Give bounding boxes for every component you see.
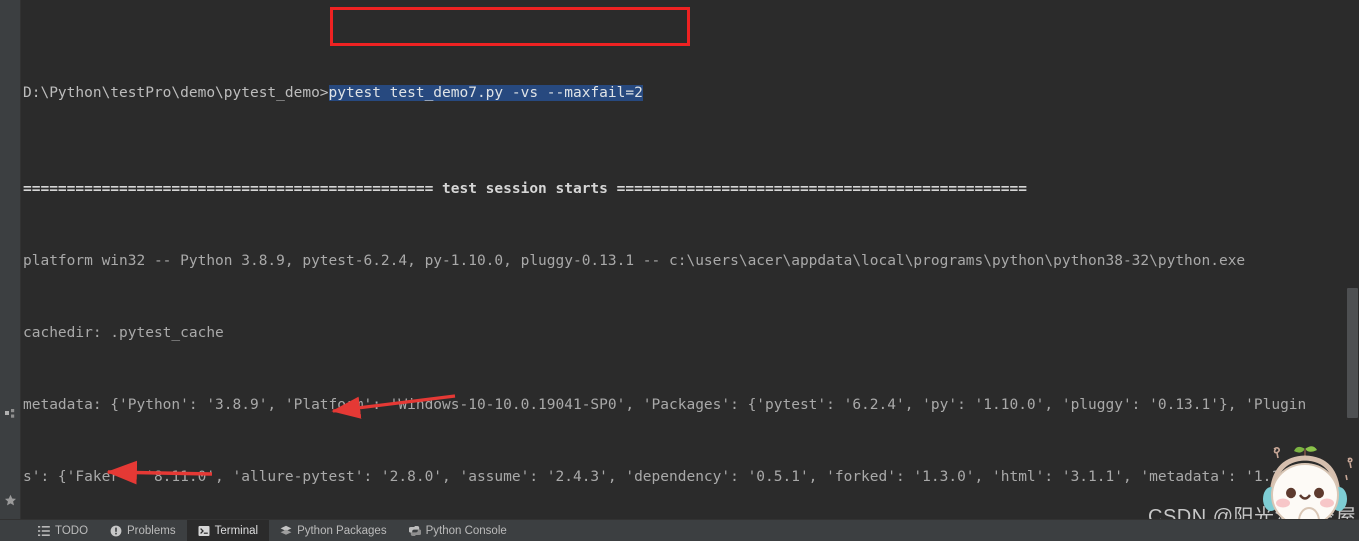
tab-problems-label: Problems xyxy=(127,524,176,537)
bottom-tool-window-bar: TODO Problems Terminal Python Packages P… xyxy=(0,519,1359,541)
terminal-line: s': {'Faker': '8.11.0', 'allure-pytest':… xyxy=(23,469,1307,485)
terminal-prompt-line: D:\Python\testPro\demo\pytest_demo>pytes… xyxy=(21,81,1359,105)
python-console-icon xyxy=(408,525,421,536)
left-tool-strip: Structure Favorites xyxy=(0,0,21,520)
tab-problems[interactable]: Problems xyxy=(99,520,187,541)
prompt-path: D:\Python\testPro\demo\pytest_demo> xyxy=(23,85,329,101)
terminal-line: cachedir: .pytest_cache xyxy=(23,325,224,341)
terminal-line: platform win32 -- Python 3.8.9, pytest-6… xyxy=(23,253,1246,269)
structure-icon xyxy=(5,409,15,418)
tab-terminal[interactable]: Terminal xyxy=(186,520,270,541)
star-icon xyxy=(5,494,16,506)
terminal-output-panel[interactable]: D:\Python\testPro\demo\pytest_demo>pytes… xyxy=(21,0,1359,520)
tab-terminal-label: Terminal xyxy=(214,524,259,537)
terminal-icon xyxy=(198,525,210,536)
warning-icon xyxy=(110,525,122,536)
tab-python-packages[interactable]: Python Packages xyxy=(269,520,398,541)
packages-icon xyxy=(280,525,292,535)
ide-window: Structure Favorites D:\Python\testPro\de… xyxy=(0,0,1359,541)
tab-todo-label: TODO xyxy=(55,524,89,537)
list-icon xyxy=(38,525,50,536)
tab-todo[interactable]: TODO xyxy=(27,520,99,541)
tab-python-console-label: Python Console xyxy=(425,524,507,537)
terminal-line: metadata: {'Python': '3.8.9', 'Platform'… xyxy=(23,397,1307,413)
terminal-text: D:\Python\testPro\demo\pytest_demo>pytes… xyxy=(21,9,1359,520)
terminal-scrollbar-thumb[interactable] xyxy=(1347,288,1358,418)
tab-python-packages-label: Python Packages xyxy=(297,524,387,537)
tab-python-console[interactable]: Python Console xyxy=(398,520,518,541)
terminal-line: ========================================… xyxy=(23,181,1027,197)
command-input[interactable]: pytest test_demo7.py -vs --maxfail=2 xyxy=(328,85,643,101)
